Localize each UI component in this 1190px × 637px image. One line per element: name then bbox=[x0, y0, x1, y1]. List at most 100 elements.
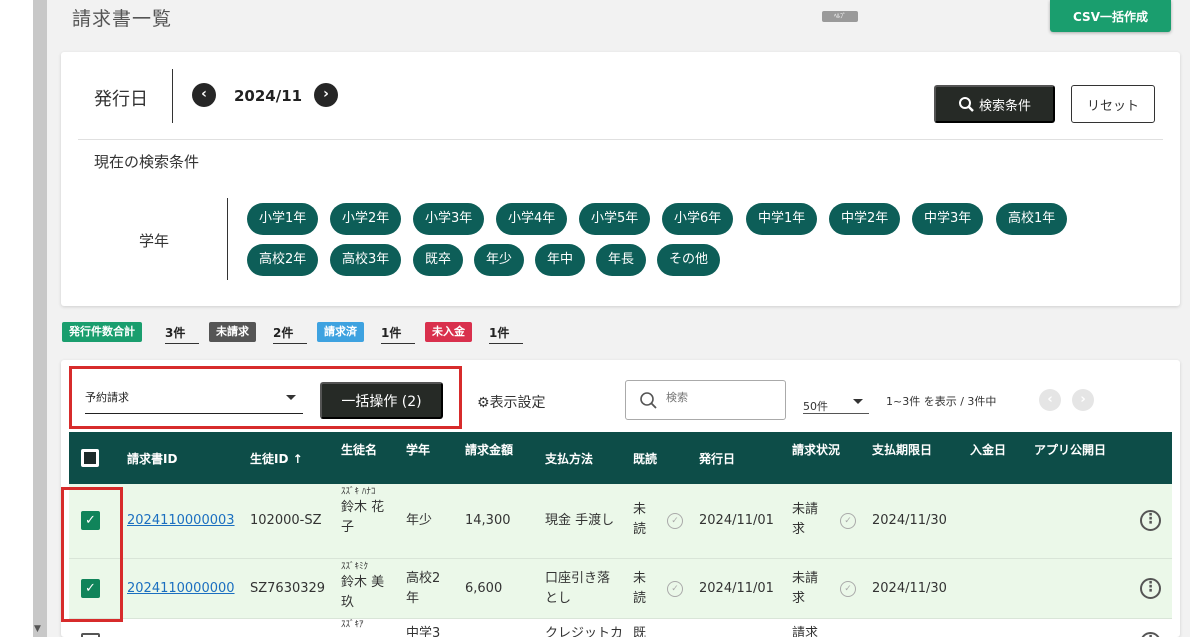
search-conditions-label: 検索条件 bbox=[978, 98, 1031, 114]
scroll-down-icon[interactable]: ▼ bbox=[34, 624, 41, 634]
stat-billed-badge: 請求済 bbox=[317, 322, 364, 342]
grade: 年少 bbox=[406, 513, 433, 528]
prev-month-button[interactable]: ‹ bbox=[192, 83, 216, 107]
next-page-button[interactable]: › bbox=[1072, 389, 1094, 411]
reset-button[interactable]: リセット bbox=[1071, 85, 1155, 123]
row-menu-icon[interactable]: ⋮ bbox=[1140, 510, 1161, 531]
check-circle-icon: ✓ bbox=[840, 513, 856, 529]
grade-chip[interactable]: 中学3年 bbox=[912, 203, 984, 235]
grade-chip[interactable]: 小学1年 bbox=[247, 203, 319, 235]
search-icon bbox=[640, 392, 657, 409]
per-page-value: 50件 bbox=[803, 400, 828, 413]
table-search-input[interactable] bbox=[666, 391, 776, 404]
search-conditions-button[interactable]: 検索条件 bbox=[934, 85, 1055, 123]
check-circle-icon: ✓ bbox=[840, 581, 856, 597]
stat-unbilled-count[interactable]: 2件 bbox=[273, 324, 308, 344]
column-header-due-date[interactable]: 支払期限日 bbox=[872, 441, 932, 458]
column-header-issue-date[interactable]: 発行日 bbox=[699, 450, 735, 467]
page-scrollbar[interactable] bbox=[33, 0, 47, 637]
row-checkbox[interactable]: ✓ bbox=[81, 579, 100, 598]
grade-chip[interactable]: 年少 bbox=[474, 244, 525, 276]
per-page-select[interactable]: 50件 bbox=[803, 388, 869, 414]
search-card: 発行日 ‹ 2024/11 › 検索条件 リセット 現在の検索条件 学年 小学1… bbox=[61, 52, 1180, 306]
table-header bbox=[69, 432, 1172, 484]
student-kana: ｽｽﾞｷｱ bbox=[341, 620, 364, 630]
stat-total-badge: 発行件数合計 bbox=[62, 322, 142, 342]
student-kana: ｽｽﾞｷ ﾊﾅｺ bbox=[341, 487, 376, 497]
grade-chip[interactable]: 小学3年 bbox=[413, 203, 485, 235]
grade-chip[interactable]: 年長 bbox=[596, 244, 647, 276]
chevron-down-icon bbox=[853, 399, 863, 404]
grade: 高校2年 bbox=[406, 571, 441, 606]
student-name-cell: ｽｽﾞｷｱ bbox=[341, 620, 364, 631]
billing-status: 請求 bbox=[792, 626, 819, 637]
student-id: SZ7630329 bbox=[250, 581, 326, 596]
current-conditions-label: 現在の検索条件 bbox=[94, 153, 200, 171]
column-header-invoice-id[interactable]: 請求書ID bbox=[127, 450, 177, 467]
grade-chip[interactable]: 小学2年 bbox=[330, 203, 402, 235]
column-header-grade[interactable]: 学年 bbox=[406, 441, 430, 458]
issue-date: 2024/11/01 bbox=[699, 513, 774, 528]
grade-chip[interactable]: 高校2年 bbox=[247, 244, 319, 276]
row-checkbox[interactable] bbox=[81, 633, 100, 637]
grade-chip[interactable]: 高校1年 bbox=[996, 203, 1068, 235]
invoice-id-text: 2024110000003 bbox=[127, 513, 235, 528]
grade-chip[interactable]: 既卒 bbox=[413, 244, 464, 276]
issue-date: 2024/11/01 bbox=[699, 581, 774, 596]
check-circle-icon: ✓ bbox=[667, 581, 683, 597]
column-header-status[interactable]: 請求状況 bbox=[792, 441, 840, 458]
page-title: 請求書一覧 bbox=[72, 8, 173, 30]
grade-chip[interactable]: その他 bbox=[657, 244, 721, 276]
read-status: 既 bbox=[633, 626, 647, 637]
billing-status: 未請求 bbox=[792, 502, 819, 537]
divider bbox=[227, 198, 228, 280]
column-header-payment-date[interactable]: 入金日 bbox=[970, 441, 1006, 458]
student-kana: ｽｽﾞｷﾐｸ bbox=[341, 562, 369, 572]
invoice-id-link[interactable]: 2024110000000 bbox=[127, 579, 235, 599]
grade-chip[interactable]: 年中 bbox=[535, 244, 586, 276]
payment-method: クレジットカ bbox=[545, 626, 624, 637]
row-checkbox[interactable]: ✓ bbox=[81, 511, 100, 530]
payment-method: 口座引き落とし bbox=[545, 571, 611, 606]
grade-chip[interactable]: 中学2年 bbox=[829, 203, 901, 235]
read-status: 未読 bbox=[633, 502, 647, 537]
next-month-button[interactable]: › bbox=[314, 83, 338, 107]
bulk-action-select[interactable]: 予約請求 bbox=[85, 381, 303, 414]
column-header-student-name[interactable]: 生徒名 bbox=[341, 441, 377, 458]
grade-chip[interactable]: 小学5年 bbox=[579, 203, 651, 235]
bulk-operation-button[interactable]: 一括操作 (2) bbox=[320, 382, 443, 419]
prev-page-button[interactable]: ‹ bbox=[1039, 389, 1061, 411]
column-header-amount[interactable]: 請求金額 bbox=[465, 441, 513, 458]
select-all-checkbox[interactable] bbox=[81, 449, 99, 467]
help-badge[interactable]: ﾍﾙﾌﾟ bbox=[822, 11, 858, 22]
student-id: 102000-SZ bbox=[250, 513, 322, 528]
issue-date-value: 2024/11 bbox=[234, 87, 303, 105]
display-settings-button[interactable]: ⚙表示設定 bbox=[477, 392, 546, 412]
student-name-cell: ｽｽﾞｷﾐｸ 鈴木 美玖 bbox=[341, 562, 391, 613]
invoice-id-link[interactable]: 2024110000003 bbox=[127, 511, 235, 531]
read-status: 未読 bbox=[633, 571, 647, 606]
csv-bulk-create-button[interactable]: CSV一括作成 bbox=[1050, 0, 1171, 32]
column-header-student-id[interactable]: 生徒ID ↑ bbox=[250, 450, 303, 467]
grade-chip[interactable]: 中学1年 bbox=[746, 203, 818, 235]
grade-chip[interactable]: 高校3年 bbox=[330, 244, 402, 276]
column-header-read[interactable]: 既読 bbox=[633, 450, 657, 467]
stat-unpaid-count[interactable]: 1件 bbox=[489, 324, 524, 344]
grade-chip[interactable]: 小学6年 bbox=[662, 203, 734, 235]
column-header-app-publish-date[interactable]: アプリ公開日 bbox=[1034, 441, 1106, 458]
left-gutter bbox=[0, 0, 33, 637]
check-circle-icon: ✓ bbox=[667, 513, 683, 529]
gear-icon: ⚙ bbox=[477, 395, 490, 411]
search-icon bbox=[958, 96, 974, 112]
stat-billed-count[interactable]: 1件 bbox=[381, 324, 416, 344]
amount: 6,600 bbox=[465, 581, 503, 596]
payment-method: 現金 手渡し bbox=[545, 513, 615, 528]
row-menu-icon[interactable]: ⋮ bbox=[1140, 578, 1161, 599]
grade: 中学3 bbox=[406, 626, 441, 637]
stat-total-count[interactable]: 3件 bbox=[165, 324, 200, 344]
divider bbox=[172, 69, 173, 123]
grade-chip[interactable]: 小学4年 bbox=[496, 203, 568, 235]
column-header-payment-method[interactable]: 支払方法 bbox=[545, 450, 593, 467]
student-name: 鈴木 花子 bbox=[341, 500, 385, 535]
table-search-box[interactable] bbox=[625, 380, 786, 420]
